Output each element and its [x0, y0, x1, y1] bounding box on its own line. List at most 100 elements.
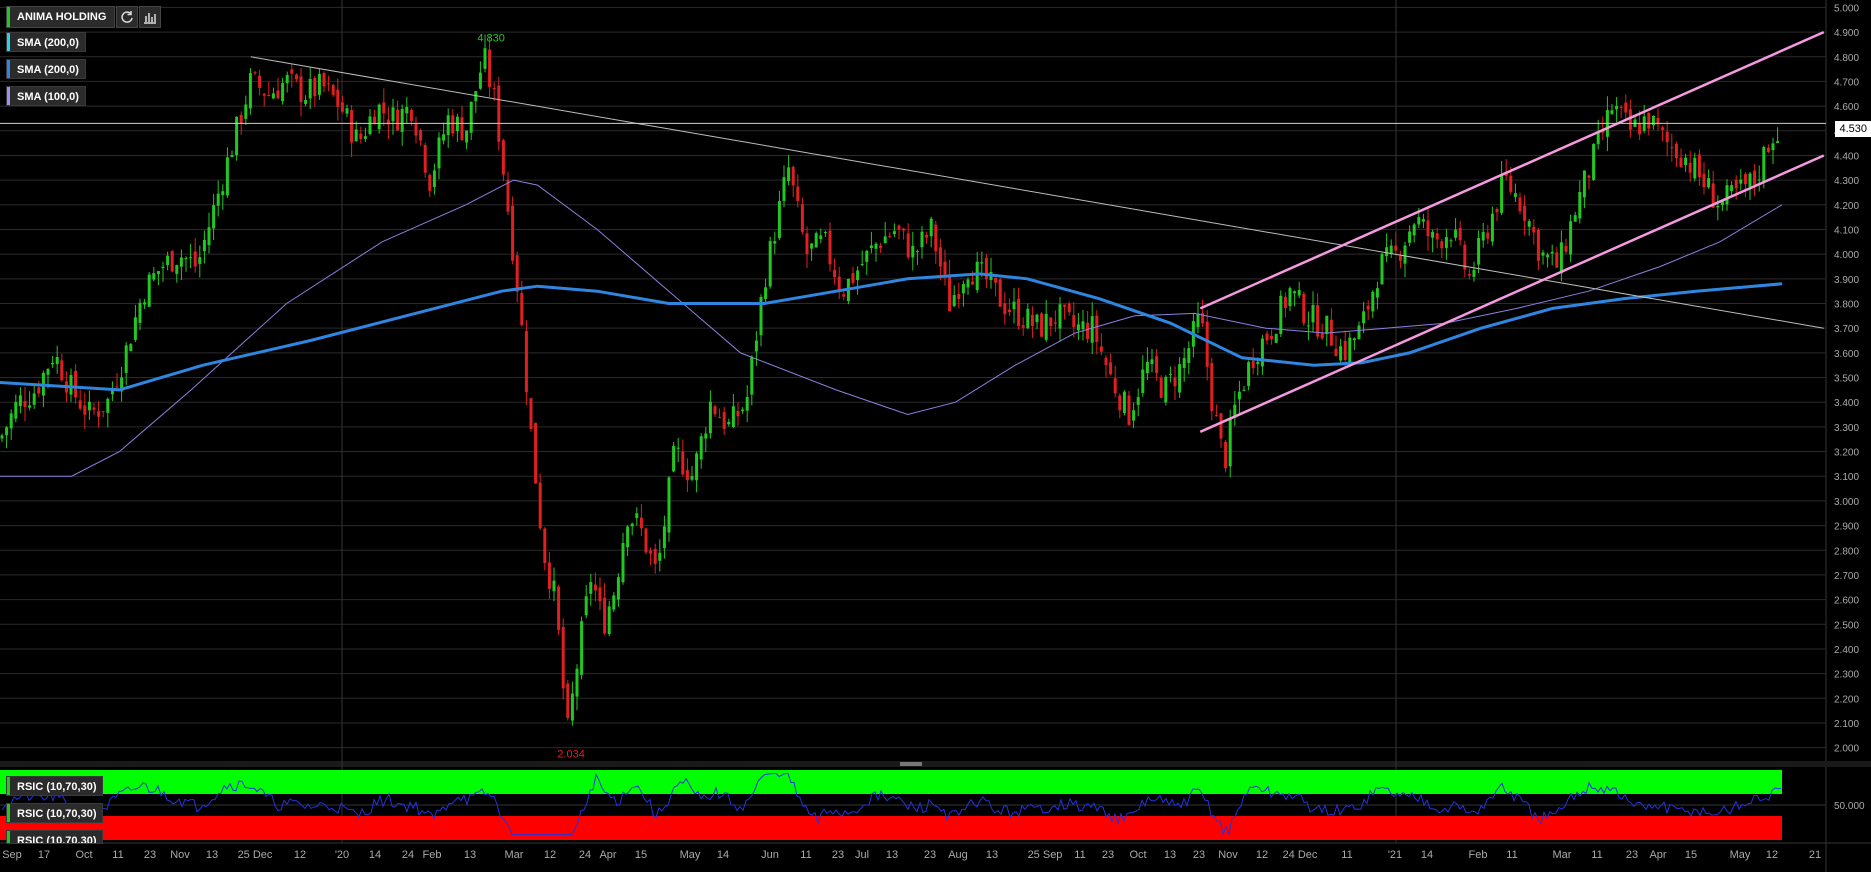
candle-body: [46, 369, 50, 375]
candle-body: [143, 302, 147, 305]
candle-body: [672, 445, 676, 472]
candle-body: [345, 108, 349, 114]
y-tick-label: 2.000: [1834, 744, 1859, 755]
y-tick-label: 3.200: [1834, 448, 1859, 459]
candle-body: [1702, 173, 1706, 188]
candle-body: [428, 174, 432, 191]
rsi-label-2[interactable]: RSIC (10,70,30): [6, 803, 104, 823]
price-chart[interactable]: 5.0004.9004.8004.7004.6004.5004.4004.300…: [0, 0, 1871, 872]
candle-body: [1159, 377, 1163, 398]
candle-body: [115, 386, 119, 388]
candle-body: [1417, 217, 1421, 225]
candle-body: [787, 167, 791, 182]
refresh-button[interactable]: [116, 6, 139, 28]
candle-body: [1104, 357, 1108, 365]
candle-body: [1380, 254, 1384, 285]
candle-body: [1725, 185, 1729, 205]
candle-body: [888, 235, 892, 237]
candle-body: [791, 166, 795, 186]
y-tick-label: 4.300: [1834, 176, 1859, 187]
candle-body: [515, 255, 519, 292]
candle-body: [23, 400, 27, 407]
chart-settings-button[interactable]: [139, 6, 162, 28]
candle-body: [1739, 179, 1743, 184]
candle-body: [1168, 373, 1172, 375]
candle-body: [327, 83, 331, 85]
candle-body: [658, 552, 662, 561]
candle-body: [290, 69, 294, 74]
candle-body: [460, 117, 464, 140]
candle-body: [934, 224, 938, 252]
candle-body: [1647, 112, 1651, 129]
candle-body: [51, 362, 55, 365]
candle-body: [1569, 221, 1573, 255]
candle-body: [1440, 241, 1444, 249]
candle-body: [1679, 157, 1683, 168]
candle-body: [1099, 346, 1103, 352]
rsi-label-1[interactable]: RSIC (10,70,30): [6, 776, 104, 796]
candle-body: [736, 410, 740, 417]
candle-body: [414, 123, 418, 136]
candle-body: [101, 411, 105, 413]
y-tick-label: 3.000: [1834, 497, 1859, 508]
indicator-label-sma200-a[interactable]: SMA (200,0): [6, 32, 86, 52]
indicator-label-sma200-b[interactable]: SMA (200,0): [6, 59, 86, 79]
candle-body: [1509, 175, 1513, 192]
indicator-swatch: [7, 831, 10, 843]
candle-body: [350, 110, 354, 143]
candle-body: [584, 596, 588, 616]
candle-body: [952, 295, 956, 307]
candle-body: [207, 227, 211, 246]
candle-body: [1136, 397, 1140, 405]
indicator-label-sma100[interactable]: SMA (100,0): [6, 86, 86, 106]
low-annotation: 2.034: [557, 748, 585, 760]
x-tick-label: 17: [38, 849, 50, 861]
candle-body: [828, 230, 832, 265]
candle-body: [1366, 305, 1370, 310]
candle-body: [400, 109, 404, 132]
bar-chart-icon: [144, 13, 157, 24]
candle-body: [235, 116, 239, 155]
candle-body: [879, 245, 883, 249]
candle-body: [253, 72, 257, 74]
candle-body: [1665, 131, 1669, 143]
candle-body: [1219, 413, 1223, 439]
candle-body: [133, 317, 137, 341]
candle-body: [1684, 157, 1688, 166]
candle-body: [1067, 303, 1071, 313]
candle-body: [865, 250, 869, 262]
candle-body: [607, 606, 611, 635]
candle-body: [1086, 322, 1090, 339]
candle-body: [1040, 313, 1044, 337]
x-tick-label: Sep: [2, 849, 22, 861]
candle-body: [1536, 229, 1540, 261]
candle-body: [1564, 245, 1568, 252]
candle-body: [1343, 340, 1347, 360]
candle-body: [184, 258, 188, 260]
y-tick-label: 2.300: [1834, 670, 1859, 681]
candle-body: [1320, 333, 1324, 339]
candle-body: [9, 413, 13, 429]
rsi-overbought-band: [0, 770, 1782, 794]
candle-body: [1260, 338, 1264, 367]
candle-body: [1076, 324, 1080, 331]
candle-body: [1058, 304, 1062, 329]
candle-body: [662, 526, 666, 549]
candle-body: [750, 356, 754, 395]
candle-body: [782, 177, 786, 201]
y-tick-label: 4.200: [1834, 201, 1859, 212]
x-tick-label: 23: [924, 849, 936, 861]
candle-body: [455, 116, 459, 132]
candle-body: [5, 427, 9, 436]
candle-body: [897, 225, 901, 230]
candle-body: [1776, 141, 1780, 144]
symbol-label[interactable]: ANIMA HOLDING: [6, 6, 116, 28]
rsi-label-3[interactable]: RSIC (10,70,30): [6, 830, 104, 844]
candle-body: [833, 269, 837, 278]
candle-body: [1753, 170, 1757, 185]
candle-body: [409, 110, 413, 121]
candle-body: [589, 582, 593, 594]
y-tick-label: 3.100: [1834, 472, 1859, 483]
candle-body: [336, 89, 340, 107]
candle-body: [405, 106, 409, 114]
